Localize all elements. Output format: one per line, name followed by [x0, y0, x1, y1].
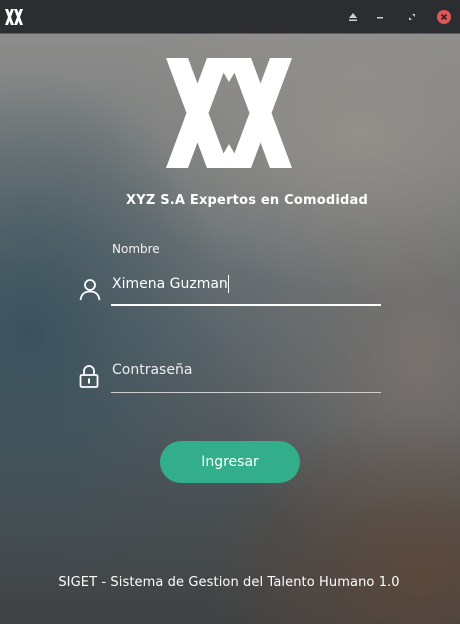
minimize-button[interactable]: [372, 9, 388, 25]
eject-button[interactable]: [345, 9, 361, 25]
xyz-logo-icon: [166, 58, 292, 168]
close-button[interactable]: [436, 9, 452, 25]
password-input[interactable]: [111, 356, 382, 384]
maximize-button[interactable]: [404, 9, 420, 25]
footer-text: SIGET - Sistema de Gestion del Talento H…: [58, 575, 400, 590]
minimize-icon: [377, 17, 383, 19]
username-input[interactable]: [111, 270, 382, 298]
xyz-logo-icon: [5, 9, 23, 25]
company-name: XYZ S.A Expertos en Comodidad: [126, 193, 368, 208]
username-label: Nombre: [112, 242, 160, 256]
maximize-icon: [409, 14, 415, 20]
eject-icon: [349, 13, 357, 21]
login-panel: XYZ S.A Expertos en Comodidad Nombre Ing…: [0, 33, 460, 624]
title-bar: [0, 0, 460, 33]
text-cursor: [228, 275, 229, 293]
username-underline: [111, 304, 381, 306]
user-icon: [79, 279, 101, 301]
lock-icon: [79, 365, 99, 388]
login-button[interactable]: Ingresar: [160, 441, 300, 483]
close-icon: [437, 10, 451, 24]
login-window: XYZ S.A Expertos en Comodidad Nombre Ing…: [0, 0, 460, 624]
password-underline: [111, 392, 381, 393]
